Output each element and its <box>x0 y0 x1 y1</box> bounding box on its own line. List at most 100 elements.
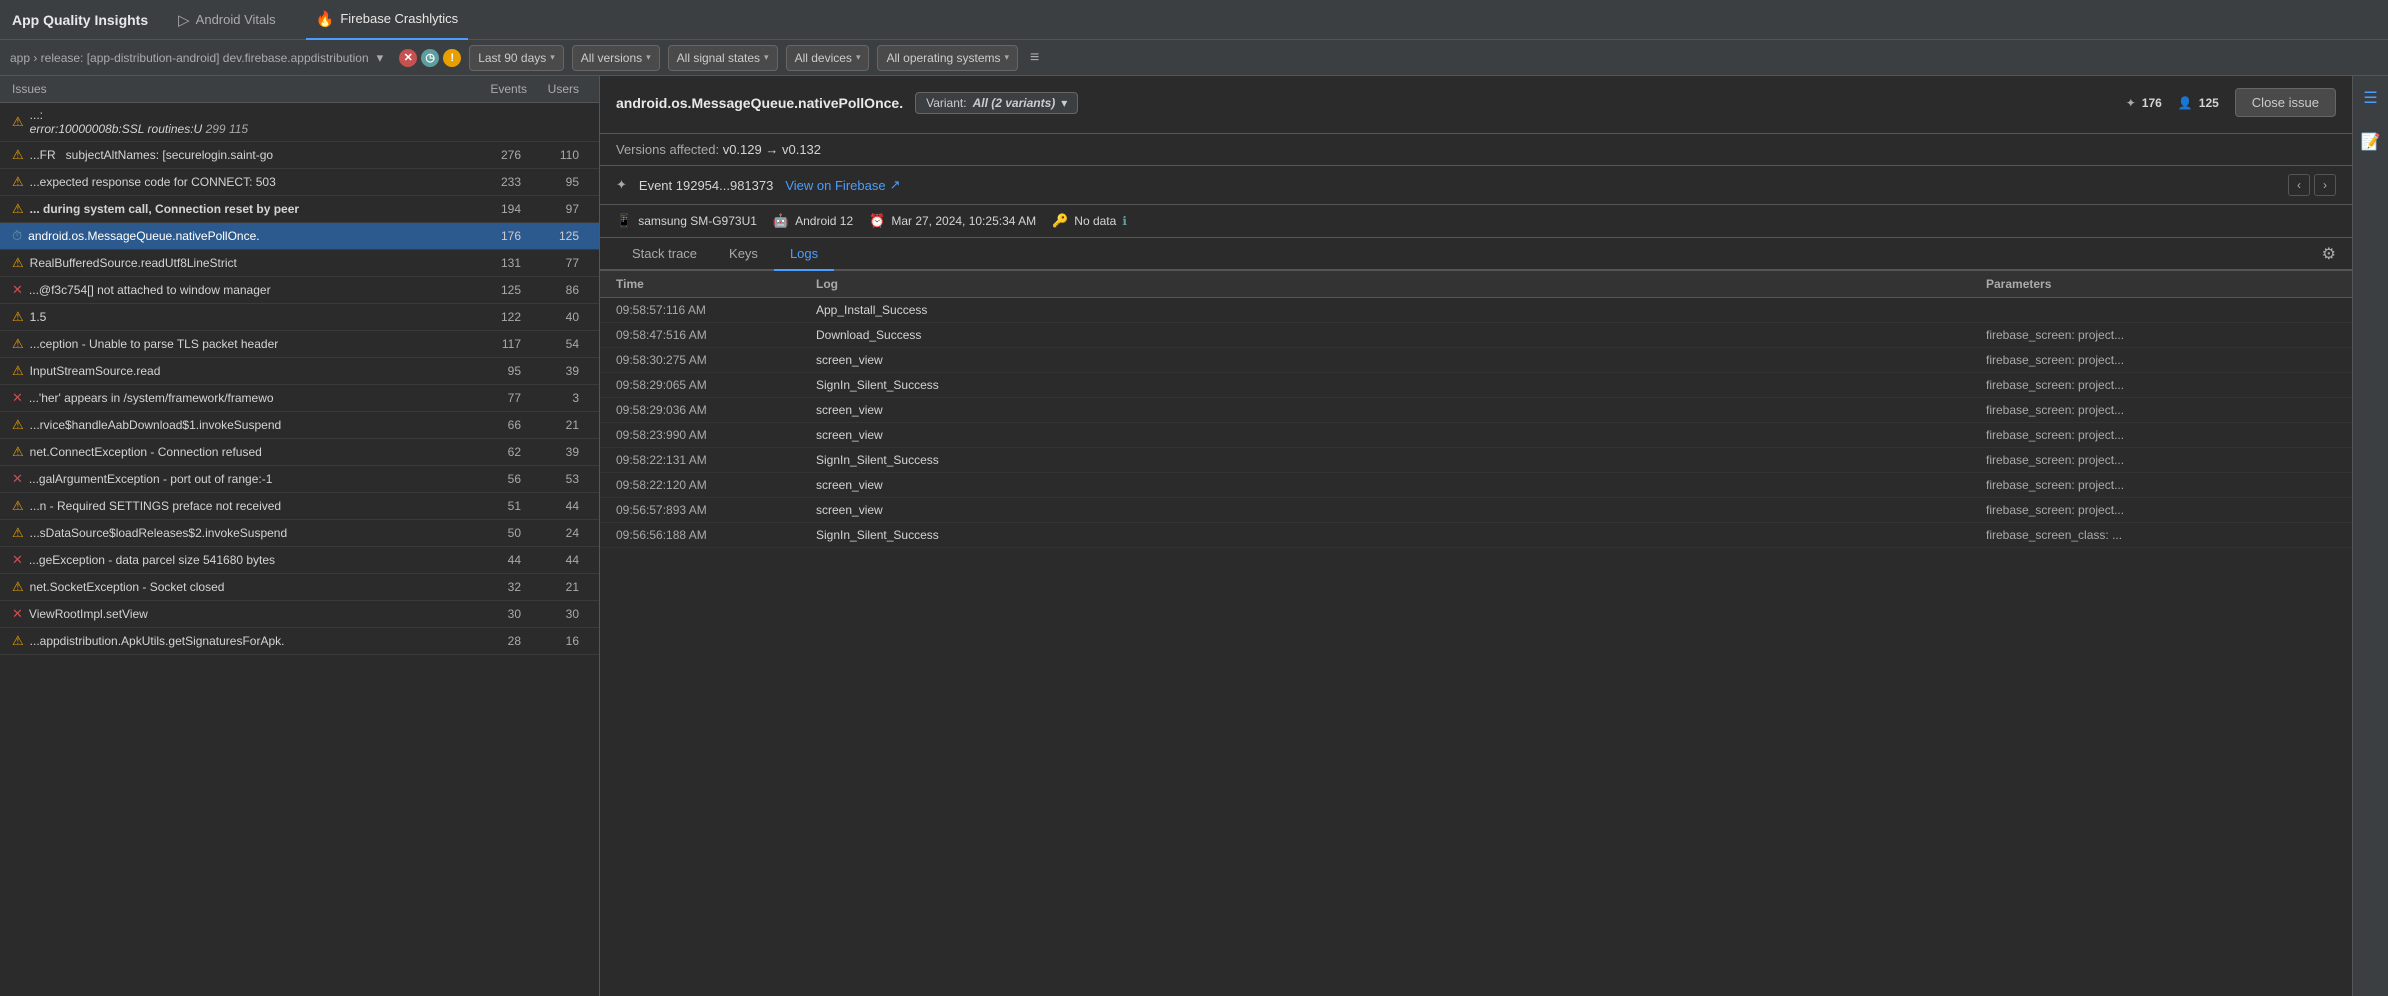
issue-users: 16 <box>527 634 587 648</box>
list-item[interactable]: ⚠ ...expected response code for CONNECT:… <box>0 169 599 196</box>
issue-text: ...geException - data parcel size 541680… <box>29 553 445 567</box>
external-link-icon: ↗ <box>890 177 901 193</box>
issue-events: 131 <box>451 256 521 270</box>
versions-affected-bar: Versions affected: v0.129 → v0.132 <box>600 134 2352 166</box>
list-item[interactable]: ⏱ android.os.MessageQueue.nativePollOnce… <box>0 223 599 250</box>
close-issue-button[interactable]: Close issue <box>2235 88 2336 117</box>
warn-icon: ⚠ <box>12 255 24 271</box>
list-item[interactable]: ⚠ InputStreamSource.read 95 39 <box>0 358 599 385</box>
col-users-label: Users <box>527 82 587 96</box>
list-item[interactable]: ⚠ 1.5 122 40 <box>0 304 599 331</box>
tab-keys[interactable]: Keys <box>713 238 774 271</box>
list-item[interactable]: ⚠ ...ception - Unable to parse TLS packe… <box>0 331 599 358</box>
issue-users: 125 <box>527 229 587 243</box>
tab-stack-trace[interactable]: Stack trace <box>616 238 713 271</box>
event-next-button[interactable]: › <box>2314 174 2336 196</box>
list-item[interactable]: ⚠ ...appdistribution.ApkUtils.getSignatu… <box>0 628 599 655</box>
os-filter[interactable]: All operating systems ▾ <box>877 45 1018 71</box>
issue-events: 30 <box>451 607 521 621</box>
issue-events: 44 <box>451 553 521 567</box>
android-version: Android 12 <box>795 214 853 228</box>
user-icon: 👤 <box>2178 96 2193 110</box>
col-events-label: Events <box>457 82 527 96</box>
log-time: 09:58:29:065 AM <box>616 378 816 392</box>
col-log-label: Log <box>816 277 1986 291</box>
list-item[interactable]: ⚠ ...FR subjectAltNames: [securelogin.sa… <box>0 142 599 169</box>
list-item[interactable]: ✕ ...geException - data parcel size 5416… <box>0 547 599 574</box>
variant-selector[interactable]: Variant: All (2 variants) ▾ <box>915 92 1078 114</box>
list-item[interactable]: ✕ ...galArgumentException - port out of … <box>0 466 599 493</box>
issue-text: ...@f3c754[] not attached to window mana… <box>29 283 445 297</box>
issue-text: ...expected response code for CONNECT: 5… <box>30 175 445 189</box>
list-item[interactable]: ✕ ViewRootImpl.setView 30 30 <box>0 601 599 628</box>
tab-logs[interactable]: Logs <box>774 238 834 271</box>
view-firebase-label: View on Firebase <box>785 178 885 193</box>
list-item[interactable]: ⚠ ...sDataSource$loadReleases$2.invokeSu… <box>0 520 599 547</box>
list-item[interactable]: ⚠ ...: error:10000008b:SSL routines:U 29… <box>0 103 599 142</box>
signal-states-filter[interactable]: All signal states ▾ <box>668 45 778 71</box>
timestamp-item: ⏰ Mar 27, 2024, 10:25:34 AM <box>869 213 1036 229</box>
issue-events: 32 <box>451 580 521 594</box>
time-range-filter[interactable]: Last 90 days ▾ <box>469 45 564 71</box>
issue-users: 53 <box>527 472 587 486</box>
issue-events: 62 <box>451 445 521 459</box>
list-item[interactable]: ⚠ net.ConnectException - Connection refu… <box>0 439 599 466</box>
event-prev-button[interactable]: ‹ <box>2288 174 2310 196</box>
signal-states-chevron: ▾ <box>764 52 769 63</box>
issue-users: 95 <box>527 175 587 189</box>
table-row: 09:58:29:036 AM screen_view firebase_scr… <box>600 398 2352 423</box>
devices-filter[interactable]: All devices ▾ <box>786 45 870 71</box>
sidebar-details-icon[interactable]: ☰ <box>2357 84 2385 112</box>
list-item[interactable]: ⚠ ... during system call, Connection res… <box>0 196 599 223</box>
versions-chevron: ▾ <box>646 52 651 63</box>
table-row: 09:58:22:120 AM screen_view firebase_scr… <box>600 473 2352 498</box>
more-filters-btn[interactable]: ≡ <box>1030 49 1039 67</box>
tab-firebase-crashlytics[interactable]: 🔥 Firebase Crashlytics <box>306 0 468 40</box>
logs-header: Time Log Parameters <box>600 271 2352 298</box>
error-filter-dot[interactable]: ✕ <box>399 49 417 67</box>
signal-states-label: All signal states <box>677 51 760 65</box>
issue-text: ...'her' appears in /system/framework/fr… <box>29 391 445 405</box>
log-time: 09:58:47:516 AM <box>616 328 816 342</box>
list-item[interactable]: ⚠ net.SocketException - Socket closed 32… <box>0 574 599 601</box>
list-item[interactable]: ⚠ RealBufferedSource.readUtf8LineStrict … <box>0 250 599 277</box>
log-params: firebase_screen: project... <box>1986 478 2336 492</box>
tab-android-vitals[interactable]: ▷ Android Vitals <box>168 0 286 40</box>
detail-title-row: android.os.MessageQueue.nativePollOnce. … <box>616 88 2336 117</box>
issue-users: 110 <box>527 148 587 162</box>
list-item[interactable]: ⚠ ...rvice$handleAabDownload$1.invokeSus… <box>0 412 599 439</box>
issue-text: 1.5 <box>30 310 445 324</box>
breadcrumb: app › release: [app-distribution-android… <box>10 51 369 65</box>
main-layout: Issues Events Users ⚠ ...: error:1000000… <box>0 76 2388 996</box>
issue-events: 176 <box>451 229 521 243</box>
issue-events: 77 <box>451 391 521 405</box>
view-on-firebase-link[interactable]: View on Firebase ↗ <box>785 177 900 193</box>
event-star-icon: ✦ <box>616 177 627 193</box>
issue-users: 39 <box>527 364 587 378</box>
table-row: 09:58:22:131 AM SignIn_Silent_Success fi… <box>600 448 2352 473</box>
warn-icon: ⚠ <box>12 525 24 541</box>
variant-chevron: ▾ <box>1061 96 1067 110</box>
breadcrumb-chevron[interactable]: ▾ <box>377 50 384 66</box>
list-item[interactable]: ✕ ...@f3c754[] not attached to window ma… <box>0 277 599 304</box>
detail-issue-name: android.os.MessageQueue.nativePollOnce. <box>616 95 903 111</box>
tab-filter-button[interactable]: ⚙ <box>2322 244 2336 264</box>
log-event: Download_Success <box>816 328 1986 342</box>
clock-filter-dot[interactable]: ◷ <box>421 49 439 67</box>
versions-affected-text: Versions affected: v0.129 → v0.132 <box>616 142 821 157</box>
sidebar-notes-icon[interactable]: 📝 <box>2357 128 2385 156</box>
filter-buttons: ✕ ◷ ! <box>399 49 461 67</box>
warn-icon: ⚠ <box>12 174 24 190</box>
col-issues-label: Issues <box>12 82 457 96</box>
table-row: 09:58:57:116 AM App_Install_Success <box>600 298 2352 323</box>
star-count: 176 <box>2142 96 2162 110</box>
issue-events: 276 <box>451 148 521 162</box>
list-item[interactable]: ⚠ ...n - Required SETTINGS preface not r… <box>0 493 599 520</box>
list-item[interactable]: ✕ ...'her' appears in /system/framework/… <box>0 385 599 412</box>
log-time: 09:58:22:120 AM <box>616 478 816 492</box>
error-icon: ✕ <box>12 606 23 622</box>
issue-events: 122 <box>451 310 521 324</box>
warn-filter-dot[interactable]: ! <box>443 49 461 67</box>
versions-filter[interactable]: All versions ▾ <box>572 45 660 71</box>
issue-users: 97 <box>527 202 587 216</box>
